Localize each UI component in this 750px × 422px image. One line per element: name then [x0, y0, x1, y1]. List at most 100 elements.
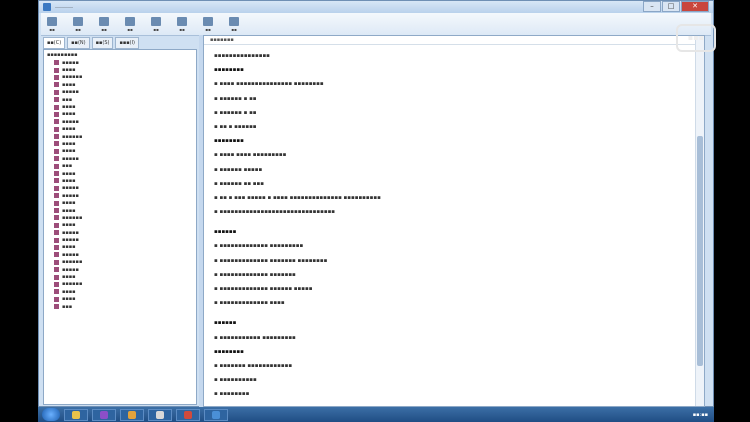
tab-3[interactable]: ▪▪▪(I) [115, 37, 139, 49]
help-tool[interactable]: ▪▪ [223, 14, 245, 34]
taskbar-explorer-icon [72, 410, 80, 419]
tab-2[interactable]: ▪▪(S) [91, 37, 114, 49]
options-tool[interactable]: ▪▪ [197, 14, 219, 34]
toc-item[interactable]: ▪▪▪▪▪ [44, 118, 196, 125]
toc-item[interactable]: ▪▪▪▪ [44, 273, 196, 280]
toc-item[interactable]: ▪▪▪ [44, 162, 196, 169]
taskbar-help[interactable] [204, 408, 228, 421]
toc-item-label: ▪▪▪ [62, 96, 73, 103]
taskbar-browser[interactable] [176, 408, 200, 421]
toc-item[interactable]: ▪▪▪▪▪ [44, 89, 196, 96]
toc-item-label: ▪▪▪▪▪ [62, 251, 79, 258]
book-icon [54, 230, 59, 236]
toc-item[interactable]: ▪▪▪▪ [44, 140, 196, 147]
toc-item[interactable]: ▪▪▪▪ [44, 148, 196, 155]
logo-text: ▪▪▪ [676, 24, 716, 52]
topic-header: ▪▪▪▪▪▪▪ [204, 36, 704, 45]
book-icon [54, 163, 59, 169]
tab-0[interactable]: ▪▪(C) [43, 37, 66, 49]
toc-item-label: ▪▪▪▪▪ [62, 89, 79, 96]
start-button[interactable] [42, 408, 60, 421]
taskbar-media[interactable] [92, 408, 116, 421]
toc-item[interactable]: ▪▪▪▪▪▪ [44, 214, 196, 221]
toc-item[interactable]: ▪▪▪▪ [44, 66, 196, 73]
minimize-button[interactable]: – [643, 1, 661, 12]
book-icon [54, 67, 59, 73]
toc-item[interactable]: ▪▪▪▪▪ [44, 59, 196, 66]
toc-item[interactable]: ▪▪▪▪▪ [44, 266, 196, 273]
book-icon [54, 252, 59, 258]
title-bar[interactable]: ……… – □ ✕ [39, 1, 713, 13]
hide-tool[interactable]: ▪▪ [41, 14, 63, 34]
taskbar-explorer[interactable] [64, 408, 88, 421]
vertical-scrollbar[interactable] [695, 36, 704, 406]
toc-item[interactable]: ▪▪▪▪▪ [44, 229, 196, 236]
toc-item[interactable]: ▪▪▪▪ [44, 222, 196, 229]
close-button[interactable]: ✕ [681, 1, 709, 12]
toc-item[interactable]: ▪▪▪▪▪ [44, 155, 196, 162]
toolbar-label: ▪▪ [49, 26, 55, 32]
toc-item[interactable]: ▪▪▪▪▪▪ [44, 259, 196, 266]
toc-item-label: ▪▪▪▪▪ [62, 59, 79, 66]
taskbar-browser-icon [184, 410, 192, 419]
book-icon [54, 74, 59, 80]
toc-item-label: ▪▪▪▪▪ [62, 155, 79, 162]
content-line: ▪ ▪▪ ▪ ▪▪▪▪▪▪ [214, 123, 257, 130]
toc-item[interactable]: ▪▪▪ [44, 303, 196, 310]
home-tool[interactable]: ▪▪ [145, 14, 167, 34]
locate-tool[interactable]: ▪▪ [67, 14, 89, 34]
toc-item[interactable]: ▪▪▪▪ [44, 81, 196, 88]
taskbar-app[interactable] [148, 408, 172, 421]
toc-root[interactable]: ▪▪▪▪▪▪▪▪▪ [44, 50, 196, 59]
toc-item[interactable]: ▪▪▪▪ [44, 244, 196, 251]
tab-1[interactable]: ▪▪(N) [67, 37, 90, 49]
toc-item[interactable]: ▪▪▪▪ [44, 296, 196, 303]
toc-item-label: ▪▪▪▪ [62, 67, 76, 74]
toc-item-label: ▪▪▪▪ [62, 148, 76, 155]
toolbar-label: ▪▪ [179, 26, 185, 32]
toc-item[interactable]: ▪▪▪▪ [44, 111, 196, 118]
book-icon [54, 259, 59, 265]
scrollbar-thumb[interactable] [697, 136, 703, 366]
toc-item[interactable]: ▪▪▪▪ [44, 126, 196, 133]
toc-item-label: ▪▪▪▪▪▪ [62, 74, 83, 81]
toc-item-label: ▪▪▪▪ [62, 177, 76, 184]
toc-item[interactable]: ▪▪▪▪ [44, 199, 196, 206]
toc-item[interactable]: ▪▪▪▪▪▪ [44, 74, 196, 81]
forward-tool[interactable]: ▪▪ [119, 14, 141, 34]
toc-item[interactable]: ▪▪▪▪▪▪ [44, 281, 196, 288]
toc-item[interactable]: ▪▪▪▪▪▪ [44, 133, 196, 140]
forward-icon [125, 16, 135, 26]
toc-item[interactable]: ▪▪▪▪ [44, 177, 196, 184]
taskbar-folder[interactable] [120, 408, 144, 421]
toc-item[interactable]: ▪▪▪▪ [44, 103, 196, 110]
toc-item[interactable]: ▪▪▪▪▪ [44, 236, 196, 243]
taskbar-app-icon [156, 410, 164, 419]
toc-item[interactable]: ▪▪▪ [44, 96, 196, 103]
content-line: ▪ ▪▪▪▪▪▪▪▪▪▪▪▪▪▪▪▪▪▪▪▪▪▪▪▪▪▪▪▪▪▪▪ [214, 209, 336, 216]
toc-item[interactable]: ▪▪▪▪ [44, 288, 196, 295]
toc-item-label: ▪▪▪ [62, 303, 73, 310]
book-icon [54, 304, 59, 310]
maximize-button[interactable]: □ [662, 1, 680, 12]
back-tool[interactable]: ▪▪ [93, 14, 115, 34]
toolbar-label: ▪▪ [127, 26, 133, 32]
content-line: ▪ ▪▪▪▪▪▪ ▪▪▪▪▪ [214, 166, 263, 173]
toc-item[interactable]: ▪▪▪▪▪ [44, 192, 196, 199]
taskbar-folder-icon [128, 410, 136, 419]
help-icon [229, 16, 239, 26]
toc-item[interactable]: ▪▪▪▪▪ [44, 185, 196, 192]
book-icon [54, 97, 59, 103]
home-icon [151, 16, 161, 26]
taskbar-media-icon [100, 410, 108, 419]
toc-item[interactable]: ▪▪▪▪ [44, 170, 196, 177]
book-icon [54, 126, 59, 132]
toc-item-label: ▪▪▪▪▪ [62, 266, 79, 273]
book-icon [54, 193, 59, 199]
book-icon [54, 289, 59, 295]
toc-item[interactable]: ▪▪▪▪ [44, 207, 196, 214]
clock[interactable]: ▪▪:▪▪ [693, 412, 708, 418]
print-tool[interactable]: ▪▪ [171, 14, 193, 34]
toc-item[interactable]: ▪▪▪▪▪ [44, 251, 196, 258]
toc-item-label: ▪▪▪▪ [62, 140, 76, 147]
